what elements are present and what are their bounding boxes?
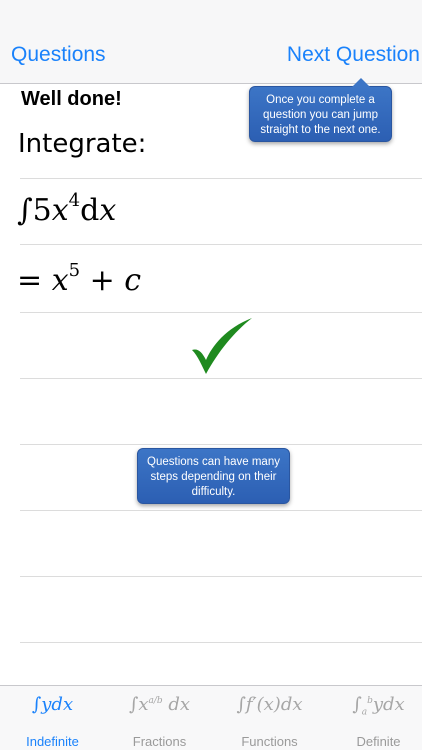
tab-label: Functions: [241, 734, 298, 749]
row-divider: [20, 642, 422, 643]
tab-definite[interactable]: ∫abydx Definite: [326, 686, 422, 751]
row-divider: [20, 378, 422, 379]
row-divider: [20, 312, 422, 313]
answer-variable: x: [51, 263, 69, 298]
question-prompt: Integrate:: [18, 129, 147, 159]
integrand-coefficient: 5: [32, 193, 52, 228]
tab-label: Fractions: [132, 734, 187, 749]
function-integral-icon: ∫f′(x)dx: [236, 694, 303, 715]
tab-label: Definite: [356, 734, 401, 749]
tab-functions[interactable]: ∫f′(x)dx Functions: [217, 686, 322, 751]
indefinite-integral-icon: ∫ydx: [31, 694, 74, 715]
definite-integral-icon: ∫abydx: [352, 694, 405, 718]
tab-label: Indefinite: [26, 734, 79, 749]
integral-sign: ∫: [17, 193, 33, 228]
tab-indefinite[interactable]: ∫ydx Indefinite: [0, 686, 105, 751]
answer-power: 5: [68, 260, 81, 281]
answer-expression: = x5 + c: [17, 260, 142, 299]
integrand-variable: x: [51, 193, 69, 228]
questions-back-button[interactable]: Questions: [11, 42, 106, 68]
row-divider: [20, 510, 422, 511]
answer-constant: c: [124, 263, 142, 298]
next-question-tooltip: Once you complete a question you can jum…: [249, 78, 392, 142]
checkmark-icon: [192, 318, 252, 374]
row-divider: [20, 244, 422, 245]
integrand-power: 4: [68, 190, 81, 211]
equals-sign: =: [17, 263, 52, 298]
status-message: Well done!: [21, 88, 122, 110]
tab-fractions[interactable]: ∫xa/b dx Fractions: [107, 686, 212, 751]
row-divider: [20, 576, 422, 577]
tab-bar: ∫ydx Indefinite ∫xa/b dx Fractions ∫f′(x…: [0, 685, 422, 750]
differential-variable: x: [99, 193, 117, 228]
fraction-integral-icon: ∫xa/b dx: [128, 694, 191, 715]
differential: d: [80, 193, 100, 228]
navigation-bar: Questions Next Question: [0, 0, 422, 84]
next-question-button[interactable]: Next Question: [287, 42, 420, 68]
row-divider: [20, 178, 422, 179]
integral-expression: ∫5x4dx: [17, 190, 117, 229]
steps-tooltip: Questions can have many steps depending …: [137, 448, 290, 504]
plus-sign: +: [80, 263, 125, 298]
row-divider: [20, 444, 422, 445]
